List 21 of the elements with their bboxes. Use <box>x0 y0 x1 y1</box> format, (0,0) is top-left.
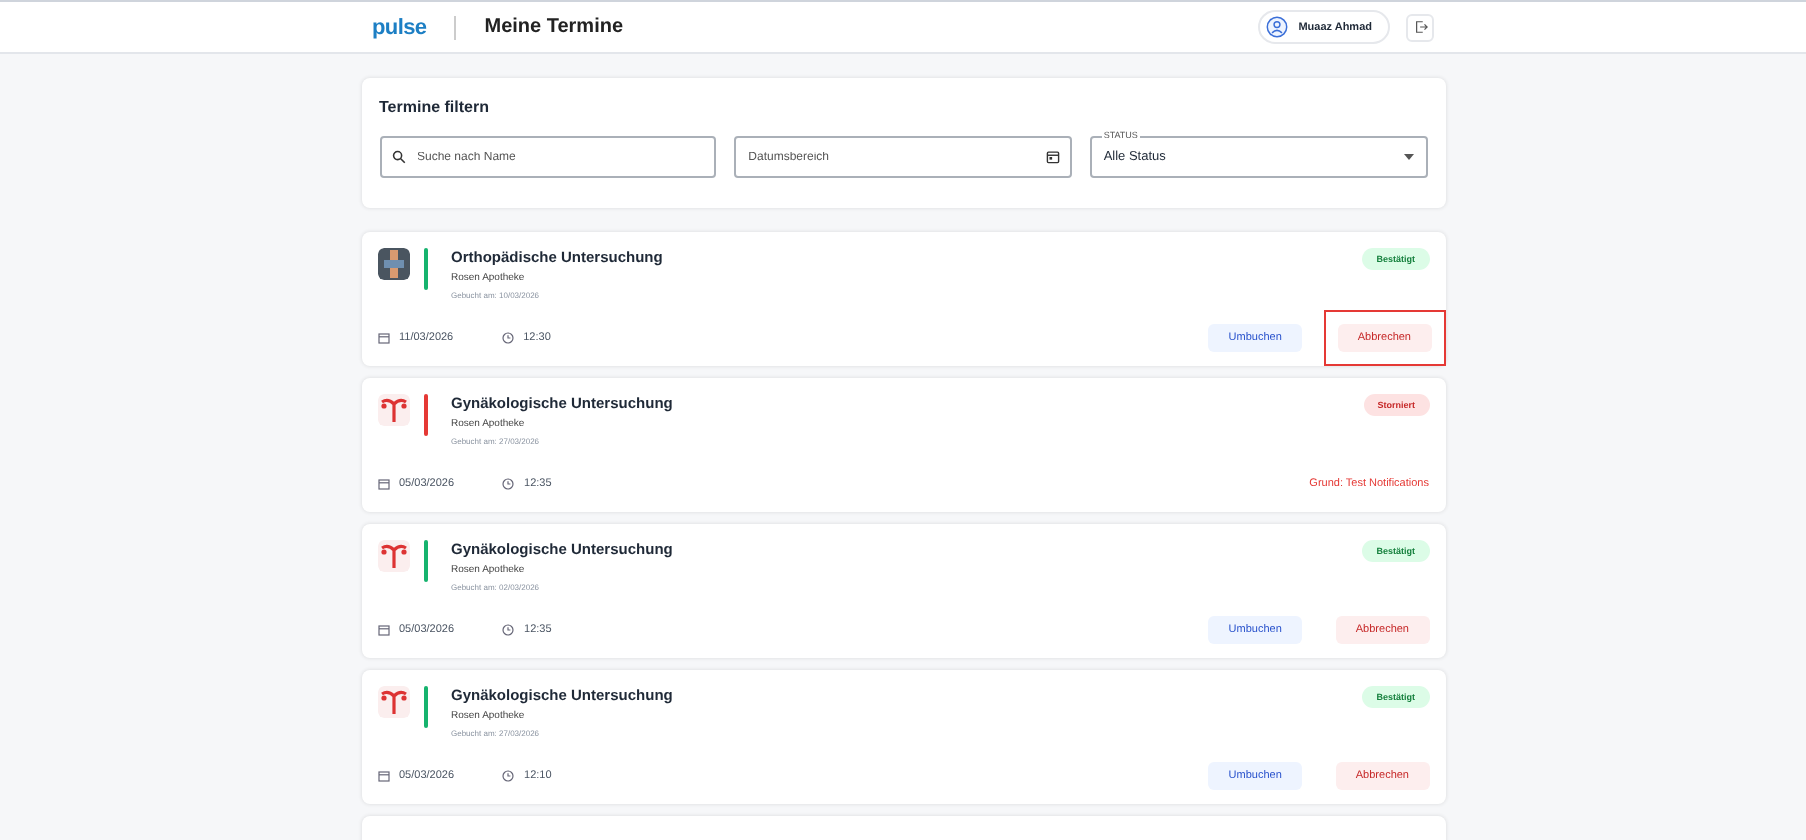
calendar-icon <box>1045 150 1060 164</box>
knee-image-icon <box>377 248 409 280</box>
user-avatar-icon <box>1266 16 1289 38</box>
clock-icon <box>502 478 515 490</box>
filter-title: Termine filtern <box>379 98 491 116</box>
uterus-icon <box>377 540 409 572</box>
clock-icon <box>502 770 515 782</box>
calendar-icon <box>377 624 389 636</box>
logout-button[interactable] <box>1406 13 1434 41</box>
logo: pulse <box>372 15 427 39</box>
caret-icon <box>1403 154 1413 160</box>
uterus-icon <box>377 394 409 426</box>
page-title: Meine Termine <box>484 16 624 38</box>
calendar-icon <box>377 478 389 490</box>
calendar-icon <box>377 332 389 344</box>
calendar-icon <box>377 770 389 782</box>
clock-icon <box>501 332 514 344</box>
search-icon <box>391 150 405 164</box>
clock-icon <box>502 624 515 636</box>
logout-icon <box>1413 20 1427 34</box>
uterus-icon <box>377 686 409 718</box>
